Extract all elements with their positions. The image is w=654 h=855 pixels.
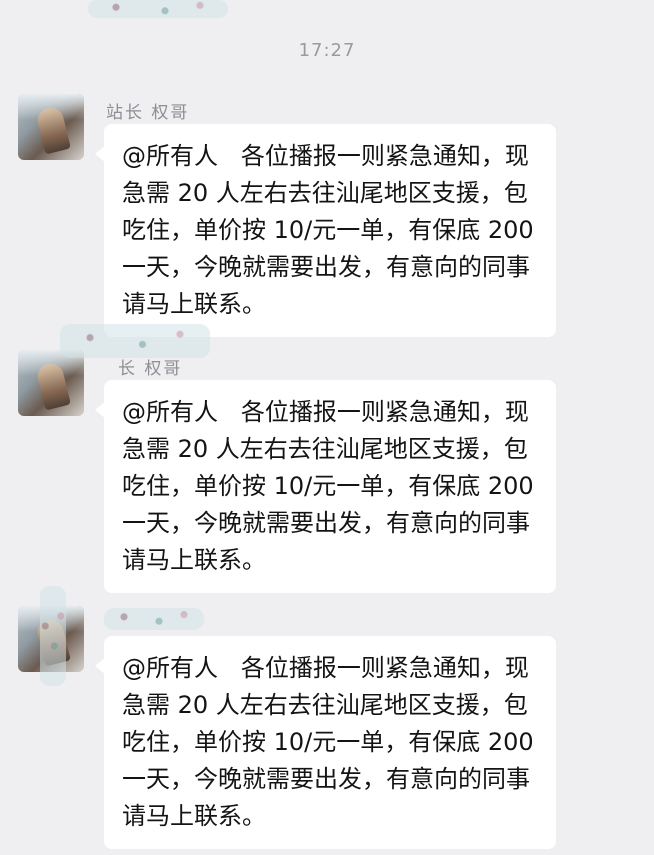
redacted-sender-name (104, 608, 204, 630)
redacted-avatar-overlay (40, 586, 66, 686)
chat-screen: 17:27 站长 权哥 @所有人 各位播报一则紧急通知，现急需 20 人左右去往… (0, 0, 654, 855)
message-timestamp: 17:27 (298, 40, 356, 61)
sender-avatar[interactable] (18, 350, 84, 416)
sender-name: 长 权哥 (118, 359, 183, 379)
redacted-sender-name (60, 324, 210, 358)
sender-avatar[interactable] (18, 94, 84, 160)
message-bubble[interactable]: @所有人 各位播报一则紧急通知，现急需 20 人左右去往汕尾地区支援，包吃住，单… (95, 636, 556, 849)
sender-name: 站长 权哥 (106, 103, 190, 123)
redacted-header (88, 0, 228, 18)
message-bubble[interactable]: @所有人 各位播报一则紧急通知，现急需 20 人左右去往汕尾地区支援，包吃住，单… (95, 380, 556, 593)
message-bubble[interactable]: @所有人 各位播报一则紧急通知，现急需 20 人左右去往汕尾地区支援，包吃住，单… (95, 124, 556, 337)
